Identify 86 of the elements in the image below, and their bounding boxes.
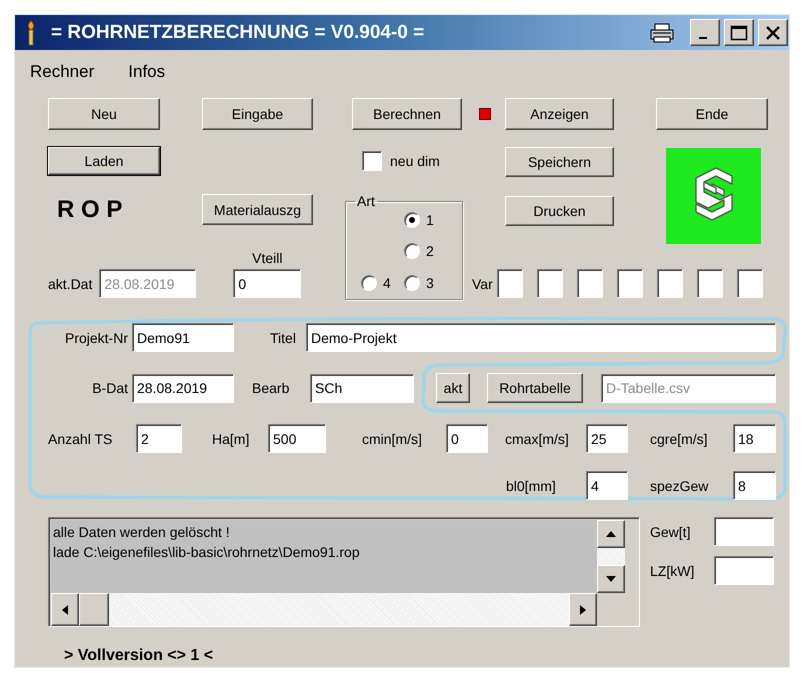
- app-label: R O P: [57, 196, 124, 225]
- minimize-icon: [699, 36, 707, 38]
- field-label: Bearb: [252, 380, 290, 396]
- log-line: lade C:\eigenefiles\lib-basic\rohrnetz\Demo91.rop: [53, 543, 361, 562]
- field-label: akt.Dat: [48, 276, 92, 292]
- materialauszug-button[interactable]: Materialauszg: [202, 194, 313, 225]
- art-radio[interactable]: [404, 243, 420, 259]
- maximize-icon: [730, 24, 748, 40]
- field-label: Vteill: [252, 250, 283, 266]
- toolbar-button[interactable]: Neu: [48, 98, 160, 130]
- scroll-down-button[interactable]: [597, 565, 625, 593]
- neu-dim-label: neu dim: [390, 153, 440, 169]
- field-label: spezGew: [650, 478, 710, 494]
- field-label: cgre[m/s]: [650, 430, 709, 446]
- parameter-field[interactable]: 4: [586, 471, 628, 500]
- scroll-right-button[interactable]: [569, 593, 597, 626]
- field-label: Projekt-Nr: [64, 330, 129, 346]
- field-label: Gew[t]: [650, 524, 692, 540]
- toolbar-button[interactable]: Berechnen: [352, 98, 462, 130]
- field-label: B-Dat: [91, 380, 129, 396]
- rohrtabelle-button[interactable]: Rohrtabelle: [487, 373, 583, 403]
- parameter-field[interactable]: 2: [136, 424, 182, 453]
- field-label: bl0[mm]: [506, 478, 557, 494]
- vteill-field[interactable]: 0: [233, 269, 302, 298]
- parameter-field[interactable]: 500: [268, 424, 326, 453]
- art-radio[interactable]: [404, 212, 420, 228]
- var-field[interactable]: [616, 269, 643, 298]
- art-option-label: 3: [426, 275, 434, 291]
- minimize-button[interactable]: [690, 19, 720, 46]
- result-field[interactable]: [714, 517, 774, 546]
- parameter-field[interactable]: 8: [733, 471, 776, 500]
- var-field[interactable]: [536, 269, 563, 298]
- status-indicator: [479, 108, 491, 120]
- up-arrow-icon: [605, 530, 617, 538]
- scroll-thumb[interactable]: [79, 593, 109, 626]
- scroll-up-button[interactable]: [597, 520, 625, 548]
- version-label: > Vollversion <> 1 <: [64, 647, 214, 665]
- b-dat-field[interactable]: 28.08.2019: [132, 374, 234, 402]
- toolbar-button[interactable]: Eingabe: [202, 98, 313, 130]
- laden-button[interactable]: Laden: [48, 147, 160, 175]
- akt-button[interactable]: akt: [436, 373, 470, 403]
- result-field[interactable]: [714, 556, 774, 585]
- parameter-field[interactable]: 25: [586, 424, 628, 453]
- scroll-left-button[interactable]: [51, 593, 79, 626]
- parameter-field[interactable]: 0: [446, 424, 488, 453]
- art-option-label: 1: [426, 212, 434, 228]
- art-radio[interactable]: [404, 275, 420, 291]
- log-line: alle Daten werden gelöscht !: [53, 523, 231, 542]
- field-label: cmin[m/s]: [362, 430, 423, 446]
- left-arrow-icon: [61, 604, 69, 616]
- projekt-nr-field[interactable]: Demo91: [132, 323, 234, 352]
- field-label: cmax[m/s]: [505, 430, 570, 446]
- art-option-label: 2: [426, 243, 434, 259]
- logo-icon: [666, 148, 761, 244]
- art-group-title: Art: [356, 193, 376, 209]
- right-arrow-icon: [579, 604, 587, 616]
- field-label: Titel: [270, 330, 297, 346]
- var-field[interactable]: [656, 269, 683, 298]
- speichern-button[interactable]: Speichern: [505, 147, 614, 177]
- titel-field[interactable]: Demo-Projekt: [306, 323, 776, 352]
- close-button[interactable]: [758, 19, 788, 46]
- down-arrow-icon: [605, 575, 617, 583]
- menu-item[interactable]: Infos: [128, 62, 166, 82]
- close-icon: [765, 24, 781, 40]
- printer-icon: [649, 22, 675, 44]
- menu-item[interactable]: Rechner: [30, 62, 94, 82]
- var-field[interactable]: [736, 269, 763, 298]
- window-title: = ROHRNETZBERECHNUNG = V0.904-0 =: [51, 22, 424, 44]
- field-label: LZ[kW]: [650, 562, 696, 578]
- var-field[interactable]: [496, 269, 523, 298]
- toolbar-button[interactable]: Anzeigen: [505, 98, 614, 130]
- field-label: Anzahl TS: [48, 430, 114, 446]
- field-label: Ha[m]: [212, 430, 250, 446]
- neu-dim-checkbox[interactable]: [362, 151, 382, 171]
- art-radio[interactable]: [361, 275, 377, 291]
- torch-icon: [25, 20, 37, 46]
- art-option-label: 4: [383, 275, 391, 291]
- scroll-track[interactable]: [597, 548, 625, 565]
- toolbar-button[interactable]: Ende: [656, 98, 768, 130]
- parameter-field[interactable]: 18: [733, 424, 776, 453]
- bearb-field[interactable]: SCh: [310, 374, 414, 402]
- field-label: Var: [472, 276, 493, 292]
- maximize-button[interactable]: [724, 19, 754, 46]
- var-field[interactable]: [576, 269, 603, 298]
- var-field[interactable]: [696, 269, 723, 298]
- drucken-button[interactable]: Drucken: [505, 196, 614, 226]
